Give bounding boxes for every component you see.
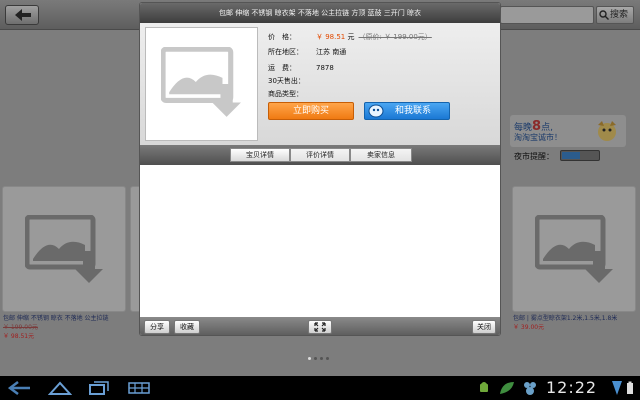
image-placeholder-icon	[535, 215, 613, 283]
price-label: 价 格：	[268, 33, 296, 41]
sold-label: 30天售出：	[268, 77, 305, 85]
wangwang-icon	[368, 104, 384, 118]
card-title: 包邮 | 雾点型晾衣架1.2米,1.5米,1.8米	[513, 315, 618, 322]
sold-row: 30天售出：	[268, 76, 316, 86]
app-notification-icon	[524, 382, 536, 395]
contact-seller-button[interactable]: 和我联系	[364, 102, 450, 120]
android-debug-icon	[480, 382, 488, 392]
page-indicator	[308, 353, 332, 362]
image-placeholder-icon	[161, 47, 241, 117]
toggle-knob	[562, 152, 580, 159]
region-value: 江苏 南通	[316, 48, 347, 56]
product-detail-dialog: 包邮 伸缩 不锈钢 晾衣架 不落地 公主拉链 方顶 蓝鼓 三开门 晾衣 价 格：…	[139, 2, 501, 336]
search-button[interactable]: 搜索	[596, 6, 634, 24]
card-title: 包邮 伸缩 不锈钢 晾衣 不落地 公主拉链	[3, 315, 109, 322]
tab-reviews[interactable]: 评价详情	[290, 148, 350, 162]
menu-icon[interactable]	[128, 380, 150, 396]
product-card[interactable]	[512, 186, 636, 312]
product-image[interactable]	[145, 27, 258, 141]
share-button[interactable]: 分享	[144, 320, 170, 334]
dialog-bottom-bar: 分享 收藏 关闭	[140, 317, 500, 335]
buy-now-button[interactable]: 立即购买	[268, 102, 354, 120]
search-icon	[599, 10, 609, 20]
night-market-banner[interactable]: 每晚8点, 淘淘宝诚市！	[510, 115, 626, 147]
recent-apps-icon[interactable]	[88, 380, 110, 396]
leaf-notification-icon	[500, 382, 514, 394]
fullscreen-button[interactable]	[308, 320, 332, 334]
tab-item-details[interactable]: 宝贝详情	[230, 148, 290, 162]
search-label: 搜索	[610, 10, 629, 20]
tab-seller-info[interactable]: 卖家信息	[350, 148, 412, 162]
price-row: 价 格： ￥ 98.51 元（原价: ￥ 199.00元）	[268, 32, 432, 42]
home-nav-icon[interactable]	[48, 380, 72, 396]
price-unit: 元	[347, 33, 355, 41]
back-arrow-icon	[15, 9, 31, 21]
shipping-value: 7878	[316, 64, 334, 72]
card-price: ￥ 39.00元	[513, 324, 545, 331]
price-value: ￥ 98.51	[316, 33, 346, 41]
back-button[interactable]	[5, 5, 39, 25]
search-input[interactable]	[500, 6, 594, 24]
image-placeholder-icon	[25, 215, 103, 283]
card-original-price: ￥ 199.00元	[3, 324, 38, 331]
tab-content-area	[140, 165, 500, 317]
mascot-icon	[598, 121, 616, 141]
product-info-section: 价 格： ￥ 98.51 元（原价: ￥ 199.00元） 所在地区： 江苏 南通 …	[140, 23, 500, 145]
category-label: 商品类型：	[268, 90, 303, 98]
detail-tabs: 宝贝详情 评价详情 卖家信息	[140, 145, 500, 165]
original-price: （原价: ￥ 199.00元）	[358, 33, 432, 41]
shipping-label: 运 费：	[268, 64, 296, 72]
battery-icon	[627, 381, 633, 394]
system-clock: 12:22	[546, 378, 598, 397]
region-label: 所在地区：	[268, 48, 303, 56]
night-market-reminder-label: 夜市提醒：	[514, 152, 554, 161]
product-card[interactable]	[2, 186, 126, 312]
card-price: ￥ 98.51元	[3, 333, 35, 340]
region-row: 所在地区： 江苏 南通	[268, 47, 346, 57]
back-nav-icon[interactable]	[8, 380, 32, 396]
wifi-signal-icon	[612, 381, 622, 395]
dialog-title: 包邮 伸缩 不锈钢 晾衣架 不落地 公主拉链 方顶 蓝鼓 三开门 晾衣	[140, 3, 500, 23]
reminder-toggle[interactable]	[560, 150, 600, 161]
banner-subtitle: 淘淘宝诚市！	[514, 133, 562, 142]
category-row: 商品类型：	[268, 89, 316, 99]
close-button[interactable]: 关闭	[472, 320, 496, 334]
contact-label: 和我联系	[395, 106, 432, 116]
favorite-button[interactable]: 收藏	[174, 320, 200, 334]
system-bar: 12:22	[0, 376, 640, 400]
shipping-row: 运 费： 7878	[268, 63, 334, 73]
expand-icon	[314, 322, 326, 332]
